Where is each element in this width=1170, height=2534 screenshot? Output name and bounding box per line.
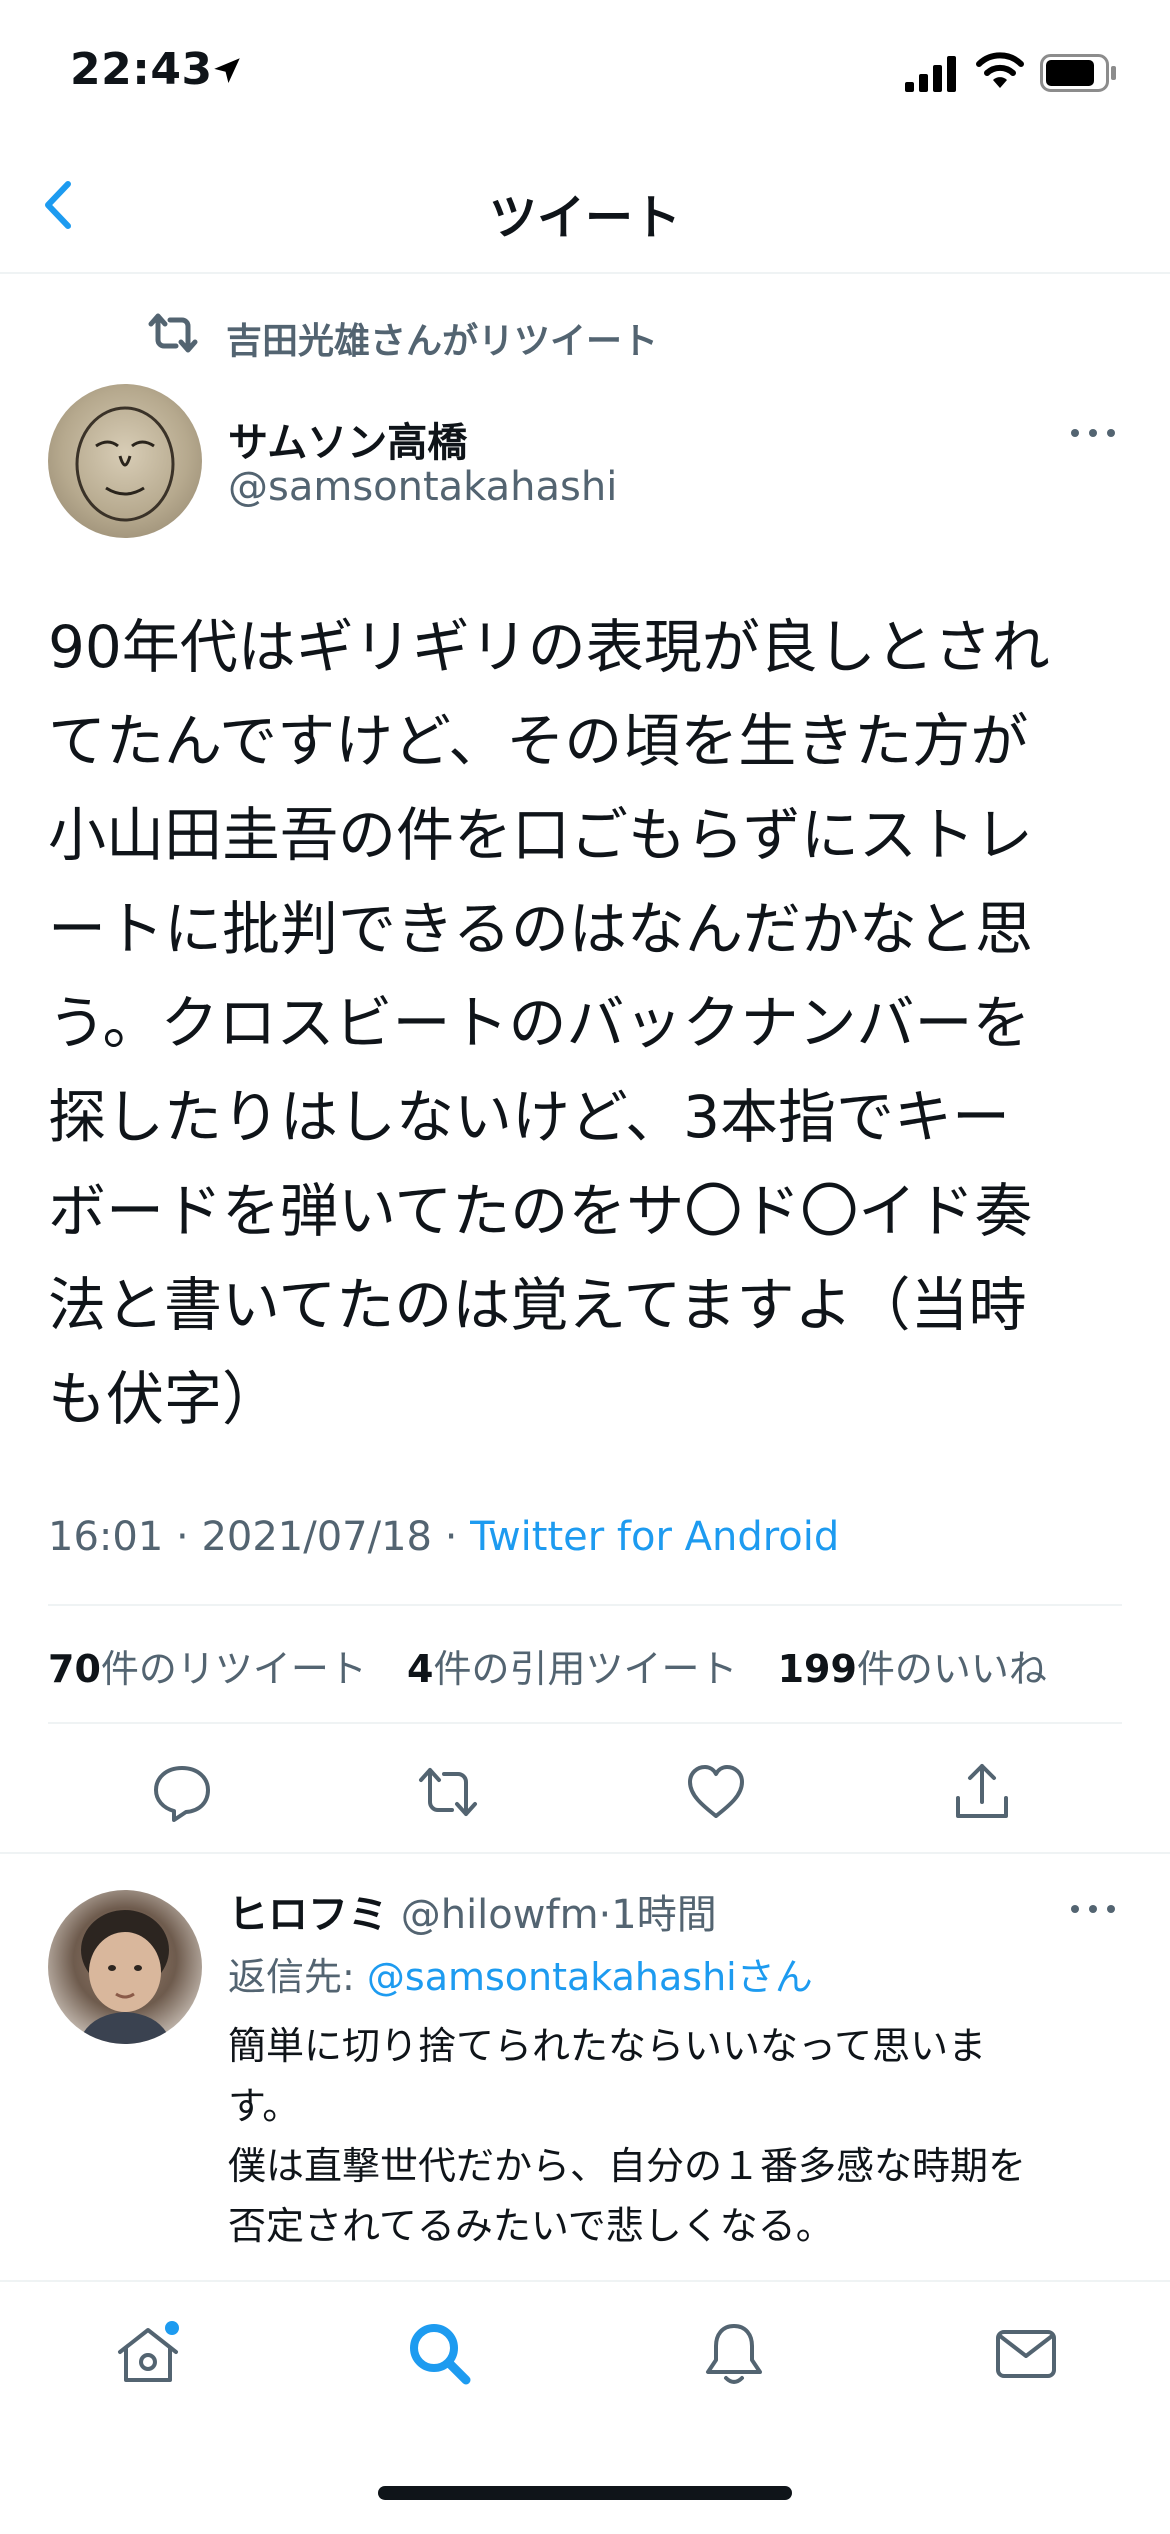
divider (0, 272, 1170, 274)
separator: · (176, 1514, 202, 1560)
reply-to-suffix: さん (736, 1955, 813, 1999)
retweet-icon (148, 313, 198, 353)
author-name[interactable]: サムソン高橋 (228, 410, 467, 468)
notifications-icon[interactable] (698, 2318, 770, 2390)
reply-to-prefix: 返信先: (228, 1955, 367, 1999)
reply-time: 1時間 (611, 1892, 717, 1938)
messages-icon[interactable] (990, 2318, 1062, 2390)
location-icon (214, 58, 240, 84)
likes-stat[interactable]: 199件のいいね (778, 1647, 1047, 1691)
retweets-stat[interactable]: 70件のリツイート (48, 1647, 367, 1691)
search-icon[interactable] (404, 2318, 476, 2390)
like-icon[interactable] (682, 1758, 750, 1826)
avatar[interactable] (48, 1890, 202, 2044)
separator: · (444, 1514, 471, 1560)
battery-icon (1040, 54, 1116, 92)
tweet-timestamp: 16:01 · 2021/07/18 · Twitter for Android (48, 1514, 839, 1560)
tweet-text: 90年代はギリギリの表現が良しとされ てたんですけど、その頃を生きた方が 小山田… (48, 613, 1050, 1433)
tweet-time: 16:01 (48, 1514, 164, 1560)
status-time: 22:43 (70, 44, 213, 95)
share-icon[interactable] (948, 1758, 1016, 1826)
divider (48, 1722, 1122, 1724)
signal-icon (905, 56, 956, 92)
engagement-stats: 70件のリツイート 4件の引用ツイート 199件のいいね (48, 1638, 1075, 1693)
tweet-date: 2021/07/18 (201, 1514, 432, 1560)
quotes-label: 件の引用ツイート (433, 1647, 738, 1691)
quotes-count: 4 (407, 1647, 434, 1691)
reply-icon[interactable] (148, 1758, 216, 1826)
more-icon[interactable] (1068, 418, 1118, 448)
wifi-icon (976, 52, 1024, 88)
likes-label: 件のいいね (856, 1647, 1047, 1691)
reply-text: 簡単に切り捨てられたならいいなって思いま す。 僕は直撃世代だから、自分の１番多… (228, 2024, 1027, 2248)
home-icon[interactable] (112, 2318, 184, 2390)
separator: · (598, 1892, 612, 1938)
tweet-source-link[interactable]: Twitter for Android (470, 1514, 839, 1560)
reply-author-handle[interactable]: @hilowfm (401, 1892, 599, 1938)
avatar-illustration (75, 406, 175, 522)
avatar-photo (78, 1910, 172, 2044)
quotes-stat[interactable]: 4件の引用ツイート (407, 1647, 737, 1691)
reply-to-line: 返信先: @samsontakahashiさん (228, 1946, 813, 2001)
divider (48, 1604, 1122, 1606)
divider (0, 1852, 1170, 1854)
likes-count: 199 (777, 1647, 857, 1691)
retweets-count: 70 (48, 1647, 101, 1691)
reply-to-handle: @samsontakahashi (366, 1955, 737, 1999)
more-icon[interactable] (1068, 1894, 1118, 1924)
avatar[interactable] (48, 384, 202, 538)
reply-to-mention[interactable]: @samsontakahashiさん (367, 1955, 813, 1999)
retweets-label: 件のリツイート (100, 1647, 367, 1691)
page-title: ツイート (488, 190, 681, 246)
retweet-button[interactable] (414, 1758, 482, 1826)
retweeted-by-label[interactable]: 吉田光雄さんがリツイート (226, 312, 658, 364)
author-handle[interactable]: @samsontakahashi (228, 464, 617, 510)
reply-header: ヒロフミ @hilowfm·1時間 (228, 1882, 717, 1940)
home-indicator[interactable] (378, 2486, 792, 2500)
reply-author-name[interactable]: ヒロフミ (228, 1892, 388, 1938)
